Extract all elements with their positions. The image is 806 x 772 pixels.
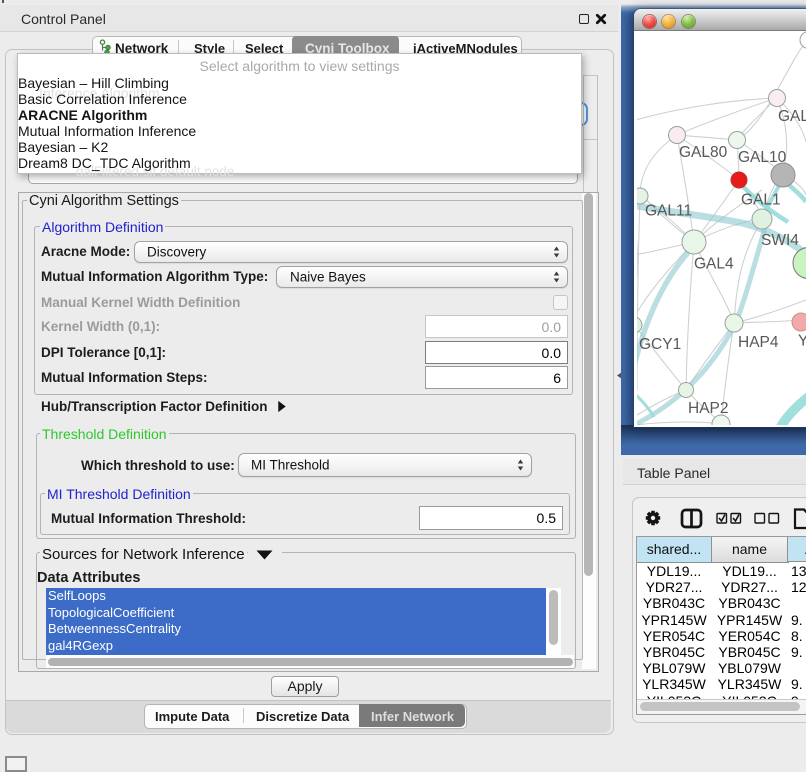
svg-text:GAL10: GAL10: [738, 149, 787, 166]
svg-text:GCY1: GCY1: [639, 336, 681, 353]
svg-text:GAL11: GAL11: [645, 203, 692, 220]
svg-text:GAL4: GAL4: [694, 256, 734, 273]
svg-text:Y: Y: [798, 333, 806, 350]
svg-text:GAL1: GAL1: [741, 192, 781, 209]
svg-text:GAL2: GAL2: [778, 108, 806, 125]
svg-text:GAL80: GAL80: [679, 144, 728, 161]
svg-text:HAP4: HAP4: [738, 334, 779, 351]
svg-text:SWI4: SWI4: [761, 232, 799, 249]
svg-text:HAP2: HAP2: [688, 400, 729, 417]
